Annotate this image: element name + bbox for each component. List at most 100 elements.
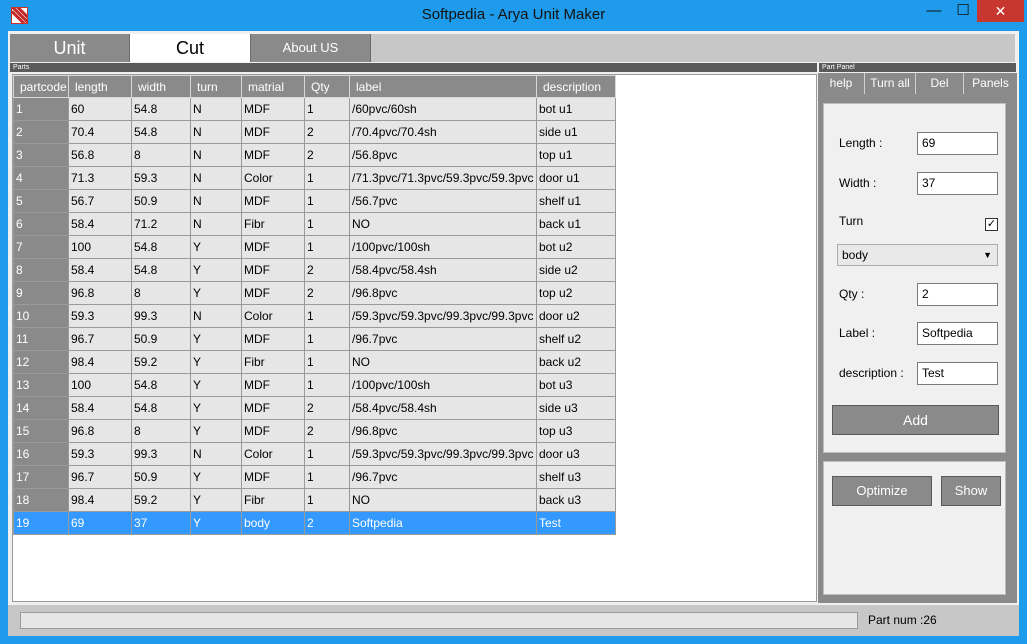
cell-qty[interactable]: 2 (304, 143, 350, 167)
turn-checkbox[interactable]: ✓ (985, 218, 998, 231)
tab-about-us[interactable]: About US (251, 34, 371, 62)
cell-material[interactable]: Fibr (241, 488, 305, 512)
cell-width[interactable]: 54.8 (131, 120, 191, 144)
qty-field[interactable]: 2 (917, 283, 998, 306)
delete-button[interactable]: Del (916, 73, 964, 94)
column-header-partcode[interactable]: partcode (13, 75, 69, 98)
cell-qty[interactable]: 1 (304, 327, 350, 351)
cell-partcode[interactable]: 9 (13, 281, 69, 305)
table-row[interactable]: 10 59.3 99.3 N Color 1/59.3pvc/59.3pvc/99.3pv… (13, 304, 616, 328)
table-row[interactable]: 15 96.8 8 Y MDF 2/96.8pvc top u3 (13, 419, 616, 443)
cell-description[interactable]: bot u2 (536, 235, 616, 259)
cell-length[interactable]: 56.8 (68, 143, 132, 167)
cell-width[interactable]: 59.3 (131, 166, 191, 190)
minimize-button[interactable]: — (920, 0, 948, 22)
cell-width[interactable]: 8 (131, 143, 191, 167)
cell-length[interactable]: 58.4 (68, 212, 132, 236)
width-field[interactable]: 37 (917, 172, 998, 195)
table-row[interactable]: 17 96.7 50.9 Y MDF 1/96.7pvc shelf u3 (13, 465, 616, 489)
table-row[interactable]: 5 56.7 50.9 N MDF 1/56.7pvc shelf u1 (13, 189, 616, 213)
table-row[interactable]: 12 98.4 59.2 Y Fibr 1 NO back u2 (13, 350, 616, 374)
cell-qty[interactable]: 1 (304, 235, 350, 259)
cell-description[interactable]: door u2 (536, 304, 616, 328)
column-header-description[interactable]: description (536, 75, 616, 98)
cell-turn[interactable]: Y (190, 396, 242, 420)
cell-material[interactable]: MDF (241, 327, 305, 351)
table-row[interactable]: 9 96.8 8 Y MDF 2/96.8pvc top u2 (13, 281, 616, 305)
table-row[interactable]: 14 58.4 54.8 Y MDF 2/58.4pvc/58.4sh side u3 (13, 396, 616, 420)
cell-description[interactable]: top u1 (536, 143, 616, 167)
cell-description[interactable]: side u1 (536, 120, 616, 144)
cell-qty[interactable]: 2 (304, 281, 350, 305)
cell-material[interactable]: body (241, 511, 305, 535)
help-button[interactable]: help (818, 73, 865, 94)
cell-length[interactable]: 96.7 (68, 465, 132, 489)
cell-turn[interactable]: Y (190, 235, 242, 259)
cell-qty[interactable]: 2 (304, 511, 350, 535)
cell-material[interactable]: MDF (241, 373, 305, 397)
cell-label[interactable]: /56.7pvc (349, 189, 537, 213)
cell-material[interactable]: MDF (241, 235, 305, 259)
cell-turn[interactable]: Y (190, 281, 242, 305)
table-row[interactable]: 3 56.8 8 N MDF 2/56.8pvc top u1 (13, 143, 616, 167)
cell-qty[interactable]: 1 (304, 304, 350, 328)
cell-material[interactable]: Fibr (241, 350, 305, 374)
cell-qty[interactable]: 1 (304, 488, 350, 512)
column-header-label[interactable]: label (349, 75, 537, 98)
cell-turn[interactable]: Y (190, 511, 242, 535)
cell-length[interactable]: 58.4 (68, 258, 132, 282)
cell-partcode[interactable]: 10 (13, 304, 69, 328)
cell-description[interactable]: shelf u2 (536, 327, 616, 351)
cell-material[interactable]: MDF (241, 281, 305, 305)
cell-turn[interactable]: Y (190, 488, 242, 512)
cell-label[interactable]: /60pvc/60sh (349, 97, 537, 121)
cell-material[interactable]: MDF (241, 120, 305, 144)
table-row[interactable]: 11 96.7 50.9 Y MDF 1/96.7pvc shelf u2 (13, 327, 616, 351)
cell-partcode[interactable]: 11 (13, 327, 69, 351)
cell-length[interactable]: 58.4 (68, 396, 132, 420)
cell-material[interactable]: MDF (241, 258, 305, 282)
cell-length[interactable]: 60 (68, 97, 132, 121)
table-row[interactable]: 6 58.4 71.2 N Fibr 1 NO back u1 (13, 212, 616, 236)
cell-qty[interactable]: 2 (304, 258, 350, 282)
cell-label[interactable]: Softpedia (349, 511, 537, 535)
cell-turn[interactable]: N (190, 120, 242, 144)
cell-turn[interactable]: Y (190, 419, 242, 443)
cell-width[interactable]: 8 (131, 419, 191, 443)
cell-description[interactable]: door u3 (536, 442, 616, 466)
cell-description[interactable]: bot u3 (536, 373, 616, 397)
cell-description[interactable]: back u1 (536, 212, 616, 236)
cell-width[interactable]: 50.9 (131, 465, 191, 489)
cell-material[interactable]: MDF (241, 143, 305, 167)
cell-turn[interactable]: N (190, 143, 242, 167)
cell-partcode[interactable]: 7 (13, 235, 69, 259)
column-header-length[interactable]: length (68, 75, 132, 98)
close-button[interactable]: ✕ (977, 0, 1024, 22)
cell-qty[interactable]: 2 (304, 419, 350, 443)
cell-label[interactable]: /96.8pvc (349, 419, 537, 443)
cell-partcode[interactable]: 4 (13, 166, 69, 190)
cell-qty[interactable]: 1 (304, 373, 350, 397)
cell-description[interactable]: top u3 (536, 419, 616, 443)
cell-qty[interactable]: 1 (304, 350, 350, 374)
cell-label[interactable]: /100pvc/100sh (349, 373, 537, 397)
show-button[interactable]: Show (941, 476, 1001, 506)
panels-button[interactable]: Panels (964, 73, 1017, 94)
cell-description[interactable]: side u3 (536, 396, 616, 420)
cell-width[interactable]: 99.3 (131, 304, 191, 328)
cell-label[interactable]: /58.4pvc/58.4sh (349, 258, 537, 282)
cell-length[interactable]: 100 (68, 235, 132, 259)
parts-grid[interactable]: partcode length width turn matrial Qty label de… (12, 74, 817, 602)
tab-cut[interactable]: Cut (130, 34, 251, 62)
cell-turn[interactable]: N (190, 166, 242, 190)
cell-material[interactable]: MDF (241, 396, 305, 420)
cell-material[interactable]: Color (241, 442, 305, 466)
maximize-button[interactable]: ☐ (950, 0, 976, 22)
cell-material[interactable]: MDF (241, 189, 305, 213)
cell-width[interactable]: 54.8 (131, 258, 191, 282)
cell-width[interactable]: 99.3 (131, 442, 191, 466)
cell-label[interactable]: /59.3pvc/59.3pvc/99.3pvc/99.3pvc (349, 442, 537, 466)
cell-partcode[interactable]: 18 (13, 488, 69, 512)
cell-partcode[interactable]: 8 (13, 258, 69, 282)
table-row[interactable]: 1 60 54.8 N MDF 1/60pvc/60sh bot u1 (13, 97, 616, 121)
